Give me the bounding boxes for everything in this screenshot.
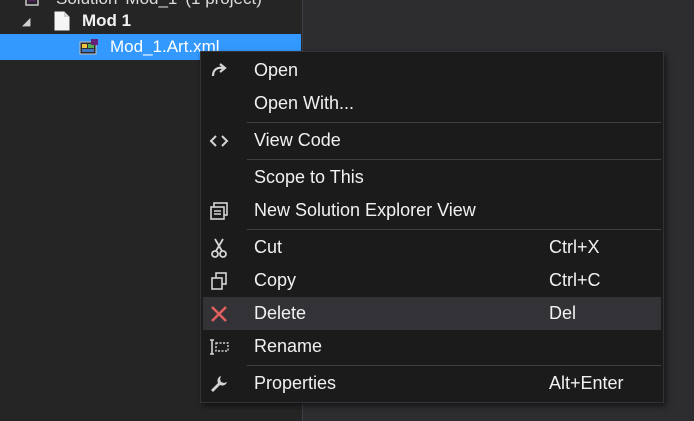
menu-label: Properties: [254, 373, 337, 393]
menu-shortcut: Alt+Enter: [549, 373, 624, 393]
scissors-icon: [208, 237, 230, 259]
menu-label: Copy: [254, 270, 297, 290]
menu-item-copy[interactable]: Copy Ctrl+C: [203, 264, 661, 297]
file-icon: [54, 11, 70, 31]
ide-window: Solution 'Mod_1' (1 project) ◢ Mod 1: [0, 0, 694, 421]
tree-label-project: Mod 1: [82, 11, 132, 30]
solution-icon: [24, 0, 40, 8]
menu-label: View Code: [254, 130, 341, 150]
menu-label: Delete: [254, 303, 307, 323]
menu-item-scope-to-this[interactable]: Scope to This: [203, 161, 661, 194]
menu-item-open-with[interactable]: Open With...: [203, 87, 661, 120]
menu-label: Scope to This: [254, 167, 364, 187]
menu-separator: [247, 159, 661, 160]
rename-icon: [208, 336, 230, 358]
menu-label: Open: [254, 60, 299, 80]
menu-label: Rename: [254, 336, 323, 356]
menu-separator: [247, 229, 661, 230]
menu-label: Cut: [254, 237, 283, 257]
menu-item-view-code[interactable]: View Code: [203, 124, 661, 157]
wrench-icon: [208, 373, 230, 395]
expanded-caret-icon[interactable]: ◢: [22, 15, 30, 28]
menu-shortcut: Ctrl+X: [549, 237, 600, 257]
xml-art-file-icon: [79, 38, 98, 56]
new-view-icon: [208, 200, 230, 222]
menu-item-cut[interactable]: Cut Ctrl+X: [203, 231, 661, 264]
menu-separator: [247, 122, 661, 123]
menu-item-rename[interactable]: Rename: [203, 330, 661, 363]
menu-item-new-solution-explorer-view[interactable]: New Solution Explorer View: [203, 194, 661, 227]
menu-label: Open With...: [254, 93, 355, 113]
copy-icon: [208, 270, 230, 292]
menu-shortcut: Ctrl+C: [549, 270, 601, 290]
tree-label-solution: Solution 'Mod_1' (1 project): [56, 0, 262, 9]
menu-item-open[interactable]: Open: [203, 54, 661, 87]
menu-separator: [247, 365, 661, 366]
code-brackets-icon: [208, 130, 230, 152]
menu-shortcut: Del: [549, 303, 577, 323]
context-menu: Open Open With... View Code Scope to Thi…: [200, 51, 664, 403]
redo-arrow-icon: [208, 60, 230, 82]
menu-item-delete[interactable]: Delete Del: [203, 297, 661, 330]
menu-label: New Solution Explorer View: [254, 200, 476, 220]
menu-item-properties[interactable]: Properties Alt+Enter: [203, 367, 661, 400]
tree-item-project[interactable]: ◢ Mod 1: [0, 9, 301, 33]
delete-x-icon: [208, 303, 230, 325]
